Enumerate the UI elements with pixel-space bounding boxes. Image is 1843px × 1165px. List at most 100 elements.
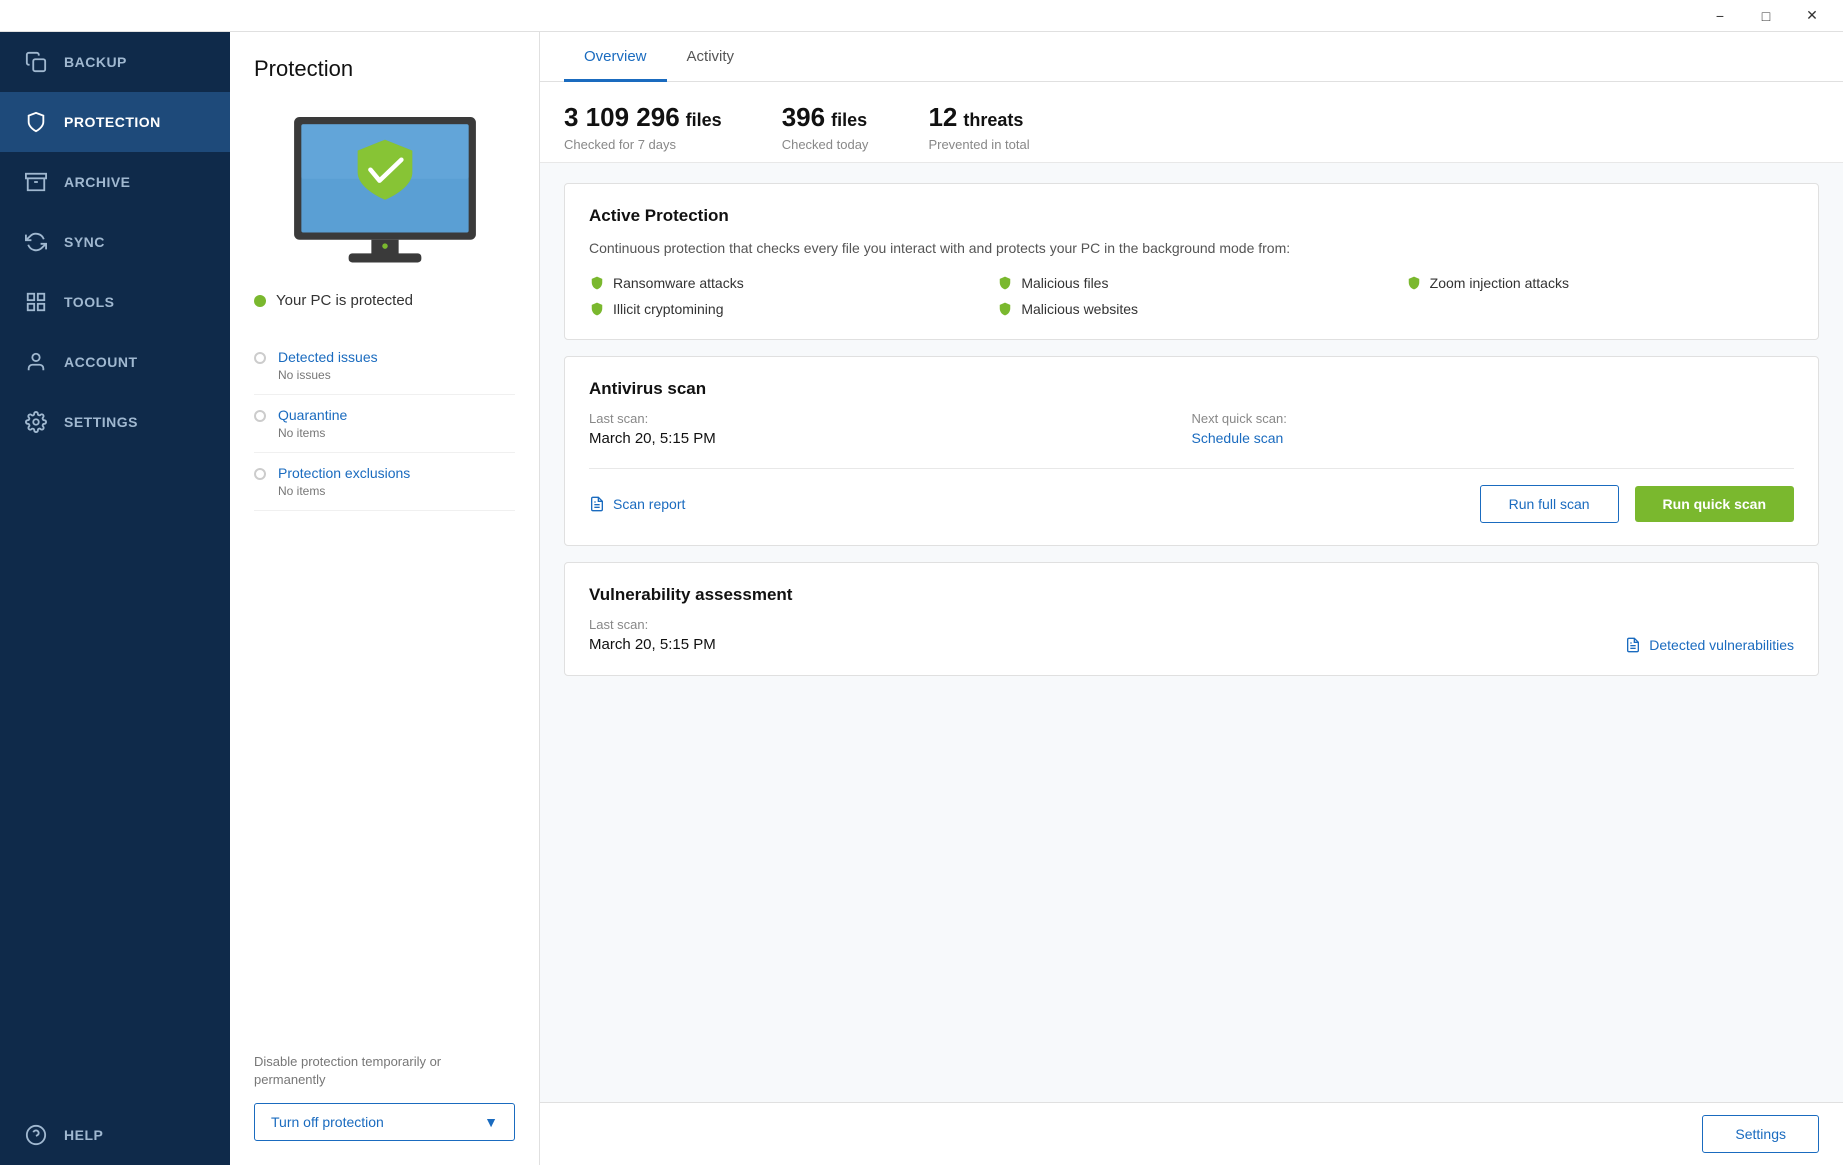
- feature-malicious-files-label: Malicious files: [1021, 275, 1108, 291]
- title-bar: − □ ✕: [0, 0, 1843, 32]
- protection-panel: Protection: [230, 32, 540, 1165]
- shield-icon: [24, 110, 48, 134]
- sidebar-label-backup: BACKUP: [64, 54, 127, 70]
- stat-unit-threats: threats: [963, 110, 1023, 131]
- detected-vulnerabilities-link[interactable]: Detected vulnerabilities: [1625, 637, 1794, 653]
- sidebar-item-account[interactable]: ACCOUNT: [0, 332, 230, 392]
- vuln-last-scan-value: March 20, 5:15 PM: [589, 636, 716, 653]
- scan-info: Last scan: March 20, 5:15 PM Next quick …: [589, 411, 1794, 448]
- user-icon: [24, 350, 48, 374]
- nav-links: Detected issues No issues Quarantine No …: [254, 337, 515, 511]
- sidebar-label-tools: TOOLS: [64, 294, 114, 310]
- sidebar-item-sync[interactable]: SYNC: [0, 212, 230, 272]
- status-text: Your PC is protected: [276, 292, 413, 309]
- sidebar-bottom: HELP: [0, 1105, 230, 1165]
- sidebar-label-account: ACCOUNT: [64, 354, 138, 370]
- exclusions-sub: No items: [278, 484, 410, 498]
- maximize-button[interactable]: □: [1743, 0, 1789, 32]
- main-content: Protection: [230, 32, 1843, 1165]
- quarantine-sub: No items: [278, 426, 347, 440]
- scan-report-label: Scan report: [613, 496, 685, 512]
- report-icon: [589, 496, 605, 512]
- active-protection-card: Active Protection Continuous protection …: [564, 183, 1819, 340]
- sidebar-item-settings[interactable]: SETTINGS: [0, 392, 230, 452]
- stat-number-threats: 12: [928, 102, 957, 133]
- stat-unit-today: files: [831, 110, 867, 131]
- tab-activity[interactable]: Activity: [667, 32, 755, 82]
- next-scan-label: Next quick scan:: [1192, 411, 1795, 426]
- refresh-icon: [24, 230, 48, 254]
- sidebar-item-protection[interactable]: PROTECTION: [0, 92, 230, 152]
- app-container: BACKUP PROTECTION ARCHIVE: [0, 32, 1843, 1165]
- turn-off-btn-label: Turn off protection: [271, 1114, 384, 1130]
- feature-ransomware-label: Ransomware attacks: [613, 275, 744, 291]
- schedule-scan-link[interactable]: Schedule scan: [1192, 430, 1284, 446]
- shield-green-icon-3: [1406, 275, 1422, 291]
- stat-desc-today: Checked today: [782, 137, 869, 152]
- stat-files-7days: 3 109 296 files Checked for 7 days: [564, 102, 782, 152]
- shield-green-icon-4: [589, 301, 605, 317]
- feature-zoom-injection-label: Zoom injection attacks: [1430, 275, 1569, 291]
- scan-report-link[interactable]: Scan report: [589, 496, 685, 512]
- sidebar: BACKUP PROTECTION ARCHIVE: [0, 32, 230, 1165]
- feature-malicious-websites: Malicious websites: [997, 301, 1385, 317]
- nav-link-circle-2: [254, 410, 266, 422]
- status-dot: [254, 295, 266, 307]
- exclusions-item: Protection exclusions No items: [254, 453, 515, 511]
- nav-link-circle-3: [254, 468, 266, 480]
- inbox-icon: [24, 170, 48, 194]
- detected-issues-link[interactable]: Detected issues: [278, 349, 378, 365]
- nav-link-circle: [254, 352, 266, 364]
- sidebar-label-sync: SYNC: [64, 234, 105, 250]
- sidebar-item-backup[interactable]: BACKUP: [0, 32, 230, 92]
- shield-green-icon-1: [589, 275, 605, 291]
- right-panel: Overview Activity 3 109 296 files Checke…: [540, 32, 1843, 1165]
- scan-actions: Scan report Run full scan Run quick scan: [589, 485, 1794, 523]
- close-button[interactable]: ✕: [1789, 0, 1835, 32]
- run-quick-scan-button[interactable]: Run quick scan: [1635, 486, 1794, 522]
- status-indicator: Your PC is protected: [254, 292, 515, 309]
- sidebar-label-archive: ARCHIVE: [64, 174, 131, 190]
- vuln-last-scan-label: Last scan:: [589, 617, 716, 632]
- feature-malicious-files: Malicious files: [997, 275, 1385, 291]
- feature-zoom-injection: Zoom injection attacks: [1406, 275, 1794, 291]
- exclusions-link[interactable]: Protection exclusions: [278, 465, 410, 481]
- last-scan-label: Last scan:: [589, 411, 1192, 426]
- sidebar-item-help[interactable]: HELP: [0, 1105, 230, 1165]
- content-area: Active Protection Continuous protection …: [540, 163, 1843, 1102]
- disable-section: Disable protection temporarily or perman…: [254, 1033, 515, 1141]
- chevron-down-icon: ▼: [484, 1114, 498, 1130]
- vulnerability-title: Vulnerability assessment: [589, 585, 1794, 605]
- run-full-scan-button[interactable]: Run full scan: [1480, 485, 1619, 523]
- vulnerability-card: Vulnerability assessment Last scan: Marc…: [564, 562, 1819, 676]
- grid-icon: [24, 290, 48, 314]
- sidebar-item-tools[interactable]: TOOLS: [0, 272, 230, 332]
- sidebar-item-archive[interactable]: ARCHIVE: [0, 152, 230, 212]
- turn-off-protection-button[interactable]: Turn off protection ▼: [254, 1103, 515, 1141]
- detected-vulnerabilities-label: Detected vulnerabilities: [1649, 637, 1794, 653]
- stat-unit-7days: files: [686, 110, 722, 131]
- active-protection-title: Active Protection: [589, 206, 1794, 226]
- vuln-scan-info: Last scan: March 20, 5:15 PM: [589, 617, 716, 653]
- protection-features: Ransomware attacks Malicious files: [589, 275, 1794, 317]
- stat-desc-7days: Checked for 7 days: [564, 137, 722, 152]
- quarantine-item: Quarantine No items: [254, 395, 515, 453]
- sidebar-label-settings: SETTINGS: [64, 414, 138, 430]
- settings-button[interactable]: Settings: [1702, 1115, 1819, 1153]
- feature-ransomware: Ransomware attacks: [589, 275, 977, 291]
- tab-overview[interactable]: Overview: [564, 32, 667, 82]
- bottom-bar: Settings: [540, 1102, 1843, 1165]
- protection-title: Protection: [254, 56, 515, 82]
- stat-threats: 12 threats Prevented in total: [928, 102, 1089, 152]
- vuln-report-icon: [1625, 637, 1641, 653]
- gear-icon: [24, 410, 48, 434]
- monitor-graphic: [285, 112, 485, 272]
- minimize-button[interactable]: −: [1697, 0, 1743, 32]
- shield-green-icon-5: [997, 301, 1013, 317]
- sidebar-label-help: HELP: [64, 1127, 103, 1143]
- stats-row: 3 109 296 files Checked for 7 days 396 f…: [540, 82, 1843, 163]
- next-scan-col: Next quick scan: Schedule scan: [1192, 411, 1795, 448]
- detected-issues-sub: No issues: [278, 368, 378, 382]
- quarantine-link[interactable]: Quarantine: [278, 407, 347, 423]
- active-protection-desc: Continuous protection that checks every …: [589, 238, 1794, 259]
